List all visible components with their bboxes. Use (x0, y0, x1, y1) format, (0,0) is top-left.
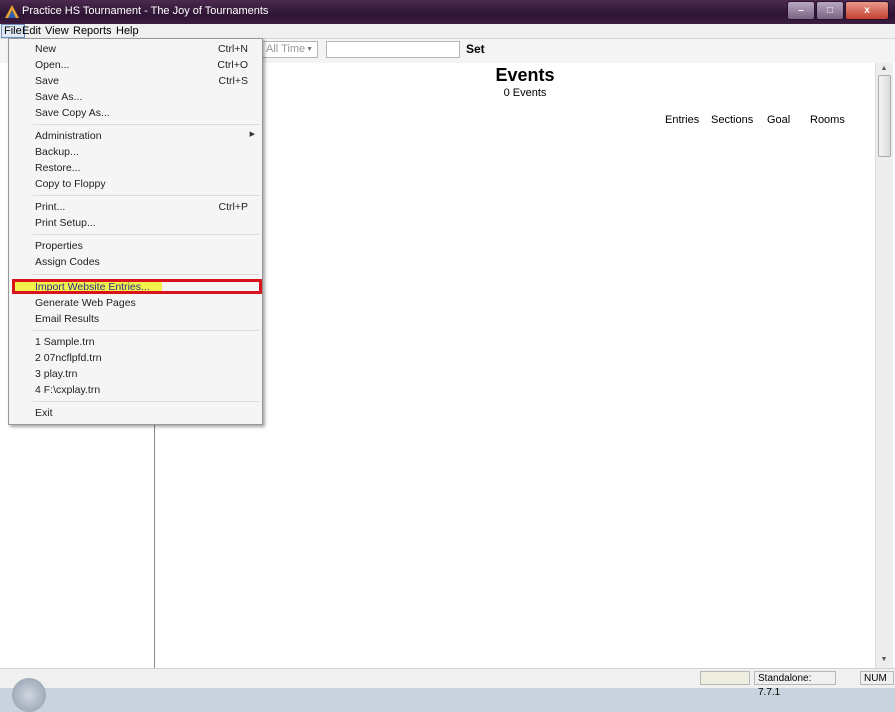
menu-item-copy-to-floppy[interactable]: Copy to Floppy (9, 176, 262, 192)
submenu-arrow-icon: ▶ (249, 131, 255, 138)
status-bar: Standalone: 7.7.1 NUM (0, 668, 895, 712)
menu-item-restore[interactable]: Restore... (9, 160, 262, 176)
file-menu-dropdown: New Ctrl+N Open... Ctrl+O Save Ctrl+S Sa… (8, 38, 263, 425)
column-header-entries[interactable]: Entries (665, 114, 699, 126)
maximize-button[interactable]: □ (816, 1, 844, 20)
menu-help[interactable]: Help (116, 25, 139, 37)
scroll-thumb[interactable] (878, 75, 891, 157)
status-panel-blank (700, 671, 750, 685)
menu-item-generate-web-pages[interactable]: Generate Web Pages (9, 295, 262, 311)
menu-separator (33, 124, 259, 125)
window-title: Practice HS Tournament - The Joy of Tour… (22, 5, 269, 17)
menu-item-save[interactable]: Save Ctrl+S (9, 73, 262, 89)
menu-item-print-setup[interactable]: Print Setup... (9, 215, 262, 231)
scroll-up-icon[interactable]: ▲ (879, 64, 889, 74)
menu-item-save-as[interactable]: Save As... (9, 89, 262, 105)
scroll-down-icon[interactable]: ▼ (879, 655, 889, 665)
menu-edit[interactable]: Edit (22, 25, 41, 37)
time-filter-value: All Time (266, 43, 306, 55)
column-header-rooms[interactable]: Rooms (810, 114, 845, 126)
menu-item-save-copy-as[interactable]: Save Copy As... (9, 105, 262, 121)
annotation-highlight-box (12, 279, 262, 294)
menu-item-assign-codes[interactable]: Assign Codes (9, 254, 262, 270)
menu-view[interactable]: View (45, 25, 69, 37)
title-bar: Practice HS Tournament - The Joy of Tour… (0, 0, 895, 24)
status-version: Standalone: 7.7.1 (754, 671, 836, 698)
menu-reports[interactable]: Reports (73, 25, 112, 37)
column-header-sections[interactable]: Sections (711, 114, 753, 126)
menu-item-recent-4[interactable]: 4 F:\cxplay.trn (9, 382, 262, 398)
menu-separator (33, 330, 259, 331)
menu-item-exit[interactable]: Exit (9, 405, 262, 421)
vertical-scrollbar[interactable]: ▲ ▼ (875, 63, 893, 668)
menu-separator (33, 401, 259, 402)
close-button[interactable]: x (845, 1, 889, 20)
menu-item-administration[interactable]: Administration ▶ (9, 128, 262, 144)
set-button[interactable]: Set (466, 41, 492, 58)
menu-item-print[interactable]: Print... Ctrl+P (9, 199, 262, 215)
status-num: NUM (860, 671, 894, 685)
menu-item-open[interactable]: Open... Ctrl+O (9, 57, 262, 73)
menu-bar: File Edit View Reports Help (0, 24, 895, 39)
chevron-down-icon: ▼ (306, 46, 313, 53)
events-count: 0 Events (503, 87, 547, 99)
minimize-button[interactable]: – (787, 1, 815, 20)
page-title: Events (495, 65, 555, 85)
menu-item-email-results[interactable]: Email Results (9, 311, 262, 327)
time-filter-dropdown[interactable]: All Time ▼ (262, 41, 318, 58)
menu-separator (33, 195, 259, 196)
app-icon (5, 5, 19, 18)
start-orb-icon (12, 678, 46, 712)
window-controls: – □ x (786, 1, 889, 20)
filter-input[interactable] (326, 41, 460, 58)
menu-item-recent-1[interactable]: 1 Sample.trn (9, 334, 262, 350)
menu-item-properties[interactable]: Properties (9, 238, 262, 254)
menu-item-recent-3[interactable]: 3 play.trn (9, 366, 262, 382)
column-header-goal[interactable]: Goal (767, 114, 790, 126)
menu-separator (33, 234, 259, 235)
menu-item-backup[interactable]: Backup... (9, 144, 262, 160)
menu-item-new[interactable]: New Ctrl+N (9, 41, 262, 57)
menu-separator (33, 274, 259, 275)
menu-item-recent-2[interactable]: 2 07ncflpfd.trn (9, 350, 262, 366)
